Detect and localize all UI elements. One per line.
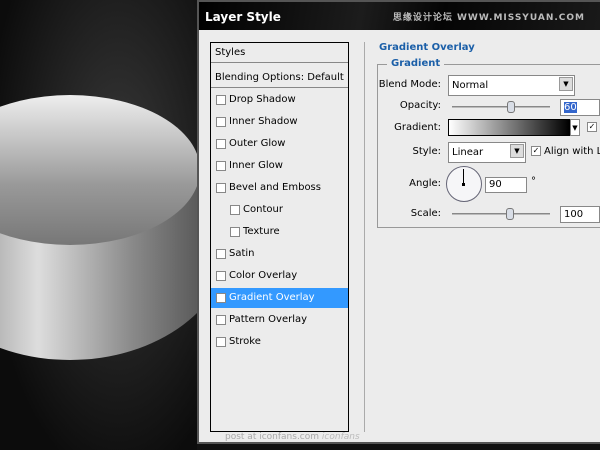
- blend-mode-select[interactable]: Normal ▼: [448, 75, 575, 96]
- scale-slider-thumb[interactable]: [506, 208, 514, 220]
- angle-unit: °: [531, 176, 536, 187]
- style-item-gradient-overlay[interactable]: ✓ Gradient Overlay: [211, 288, 348, 308]
- style-label: Style:: [412, 146, 442, 157]
- blend-mode-label: Blend Mode:: [378, 79, 441, 90]
- angle-input[interactable]: 90: [485, 177, 527, 193]
- reverse-checkbox[interactable]: ✓: [587, 122, 597, 132]
- gradient-dropdown-chevron-icon[interactable]: ▼: [570, 119, 580, 136]
- document-canvas: [0, 0, 197, 450]
- list-item-label: Outer Glow: [229, 138, 286, 149]
- list-item-label: Pattern Overlay: [229, 314, 308, 325]
- list-item-label: Drop Shadow: [229, 94, 296, 105]
- opacity-slider[interactable]: [452, 106, 550, 108]
- checkbox[interactable]: [216, 117, 226, 127]
- style-item-pattern-overlay[interactable]: Pattern Overlay: [211, 310, 348, 330]
- list-item-label: Inner Shadow: [229, 116, 298, 127]
- styles-header[interactable]: Styles: [211, 43, 348, 63]
- blending-options-item[interactable]: Blending Options: Default: [211, 68, 348, 88]
- gradient-picker[interactable]: [448, 119, 570, 136]
- angle-dial[interactable]: [446, 166, 482, 202]
- opacity-slider-thumb[interactable]: [507, 101, 515, 113]
- checkbox[interactable]: [216, 95, 226, 105]
- checkbox[interactable]: [216, 271, 226, 281]
- checkbox[interactable]: [216, 183, 226, 193]
- style-item-satin[interactable]: Satin: [211, 244, 348, 264]
- style-item-texture[interactable]: Texture: [211, 222, 348, 242]
- scale-input[interactable]: 100: [560, 206, 600, 223]
- style-select[interactable]: Linear ▼: [448, 142, 526, 163]
- footer-credit: post at iconfans.com iconfans: [225, 432, 360, 442]
- chevron-down-icon: ▼: [559, 77, 573, 91]
- checkbox[interactable]: [216, 337, 226, 347]
- opacity-input[interactable]: 60: [560, 99, 600, 116]
- checkbox[interactable]: [216, 139, 226, 149]
- style-item-contour[interactable]: Contour: [211, 200, 348, 220]
- footer-logo: iconfans: [321, 432, 360, 442]
- list-item-label: Texture: [243, 226, 280, 237]
- checkbox[interactable]: [216, 249, 226, 259]
- list-item-label: Satin: [229, 248, 255, 259]
- opacity-value: 60: [564, 102, 577, 113]
- list-item-label: Styles: [215, 47, 246, 58]
- checkbox[interactable]: [230, 227, 240, 237]
- checkbox[interactable]: ✓: [216, 293, 226, 303]
- list-item-label: Stroke: [229, 336, 261, 347]
- opacity-label: Opacity:: [399, 100, 441, 111]
- group-title: Gradient: [387, 58, 445, 69]
- blend-mode-value: Normal: [452, 80, 489, 91]
- dialog-title: Layer Style: [205, 10, 281, 24]
- style-item-inner-shadow[interactable]: Inner Shadow: [211, 112, 348, 132]
- list-item-label: Blending Options: Default: [215, 72, 344, 83]
- align-checkbox[interactable]: ✓: [531, 146, 541, 156]
- angle-label: Angle:: [409, 178, 441, 189]
- align-label: Align with L: [544, 146, 600, 157]
- gradient-label: Gradient:: [394, 122, 441, 133]
- checkbox[interactable]: [216, 315, 226, 325]
- list-item-label: Color Overlay: [229, 270, 298, 281]
- style-item-color-overlay[interactable]: Color Overlay: [211, 266, 348, 286]
- style-item-bevel-and-emboss[interactable]: Bevel and Emboss: [211, 178, 348, 198]
- list-item-label: Gradient Overlay: [229, 292, 315, 303]
- styles-list: Styles Blending Options: Default Drop Shad…: [210, 42, 349, 432]
- layer-style-dialog: Layer Style 思缘设计论坛 WWW.MISSYUAN.COM Styl…: [197, 0, 600, 444]
- style-value: Linear: [452, 147, 484, 158]
- list-item-label: Bevel and Emboss: [229, 182, 321, 193]
- style-item-drop-shadow[interactable]: Drop Shadow: [211, 90, 348, 110]
- gradient-overlay-panel: Gradient Overlay Gradient Blend Mode: No…: [364, 42, 600, 432]
- checkbox[interactable]: [216, 161, 226, 171]
- scale-slider[interactable]: [452, 213, 550, 215]
- section-title: Gradient Overlay: [375, 42, 479, 53]
- style-item-stroke[interactable]: Stroke: [211, 332, 348, 352]
- title-bar[interactable]: Layer Style 思缘设计论坛 WWW.MISSYUAN.COM: [199, 2, 600, 30]
- checkbox[interactable]: [230, 205, 240, 215]
- style-item-outer-glow[interactable]: Outer Glow: [211, 134, 348, 154]
- scale-label: Scale:: [410, 208, 441, 219]
- list-item-label: Contour: [243, 204, 283, 215]
- list-item-label: Inner Glow: [229, 160, 283, 171]
- chevron-down-icon: ▼: [510, 144, 524, 158]
- style-item-inner-glow[interactable]: Inner Glow: [211, 156, 348, 176]
- footer-text: post at iconfans.com: [225, 432, 320, 442]
- watermark: 思缘设计论坛 WWW.MISSYUAN.COM: [392, 13, 585, 23]
